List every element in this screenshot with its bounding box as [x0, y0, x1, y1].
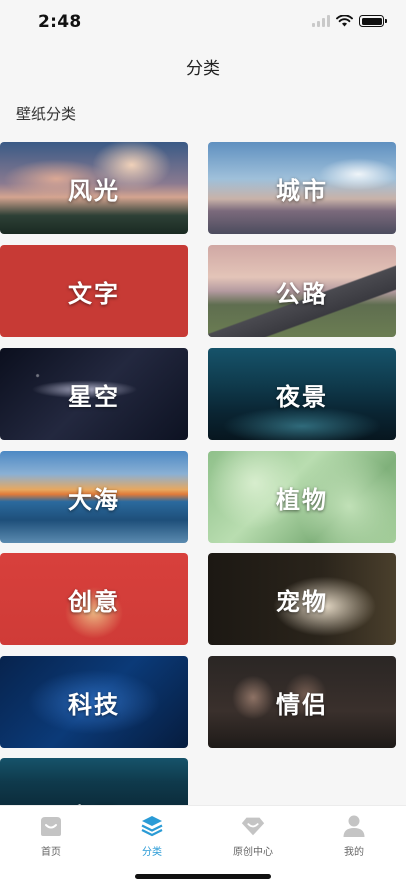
- tab-home-label: 首页: [41, 847, 61, 858]
- cellular-signal-icon: [312, 15, 330, 27]
- battery-icon: [359, 15, 387, 27]
- home-indicator: [135, 874, 271, 879]
- status-time: 2:48: [38, 12, 82, 32]
- category-label: 公路: [276, 279, 328, 308]
- category-label: 夜景: [276, 382, 328, 411]
- tab-category[interactable]: 分类: [112, 813, 192, 858]
- category-label: 创意: [68, 587, 120, 616]
- category-tile-keji[interactable]: 科技: [0, 656, 188, 748]
- category-label: 情侣: [276, 690, 328, 719]
- screen: 2:48 分类 壁纸分类 风光 城市 文字 公路 星空 夜景 大海 植物 创意 …: [0, 0, 406, 888]
- category-label: 科技: [68, 690, 120, 719]
- home-icon: [38, 813, 64, 839]
- status-bar: 2:48: [0, 0, 406, 44]
- tab-original-label: 原创中心: [233, 847, 273, 858]
- user-icon: [341, 813, 367, 839]
- diamond-icon: [240, 813, 266, 839]
- category-tile-dahai[interactable]: 大海: [0, 451, 188, 543]
- tab-original[interactable]: 原创中心: [213, 813, 293, 858]
- category-tile-chongwu[interactable]: 宠物: [208, 553, 396, 645]
- status-icons: [312, 15, 387, 27]
- category-tile-zhiwu[interactable]: 植物: [208, 451, 396, 543]
- category-tile-chuangyi[interactable]: 创意: [0, 553, 188, 645]
- category-tile-qinglv[interactable]: 情侣: [208, 656, 396, 748]
- category-label: 城市: [276, 176, 328, 205]
- category-tile-chengshi[interactable]: 城市: [208, 142, 396, 234]
- layers-icon: [139, 813, 165, 839]
- tab-category-label: 分类: [142, 847, 162, 858]
- category-tile-wenzi[interactable]: 文字: [0, 245, 188, 337]
- category-label: 大海: [68, 485, 120, 514]
- category-label: 风光: [68, 176, 120, 205]
- page-title: 分类: [186, 59, 220, 79]
- tab-mine-label: 我的: [344, 847, 364, 858]
- category-tile-xingkong[interactable]: 星空: [0, 348, 188, 440]
- category-label: 文字: [68, 279, 120, 308]
- wifi-icon: [336, 15, 353, 27]
- tab-home[interactable]: 首页: [11, 813, 91, 858]
- category-tile-yejing[interactable]: 夜景: [208, 348, 396, 440]
- tab-mine[interactable]: 我的: [314, 813, 394, 858]
- category-label: 植物: [276, 485, 328, 514]
- category-label: 星空: [68, 382, 120, 411]
- category-label: 宠物: [276, 587, 328, 616]
- section-heading: 壁纸分类: [16, 105, 77, 123]
- category-tile-fengguang[interactable]: 风光: [0, 142, 188, 234]
- category-tile-gonglu[interactable]: 公路: [208, 245, 396, 337]
